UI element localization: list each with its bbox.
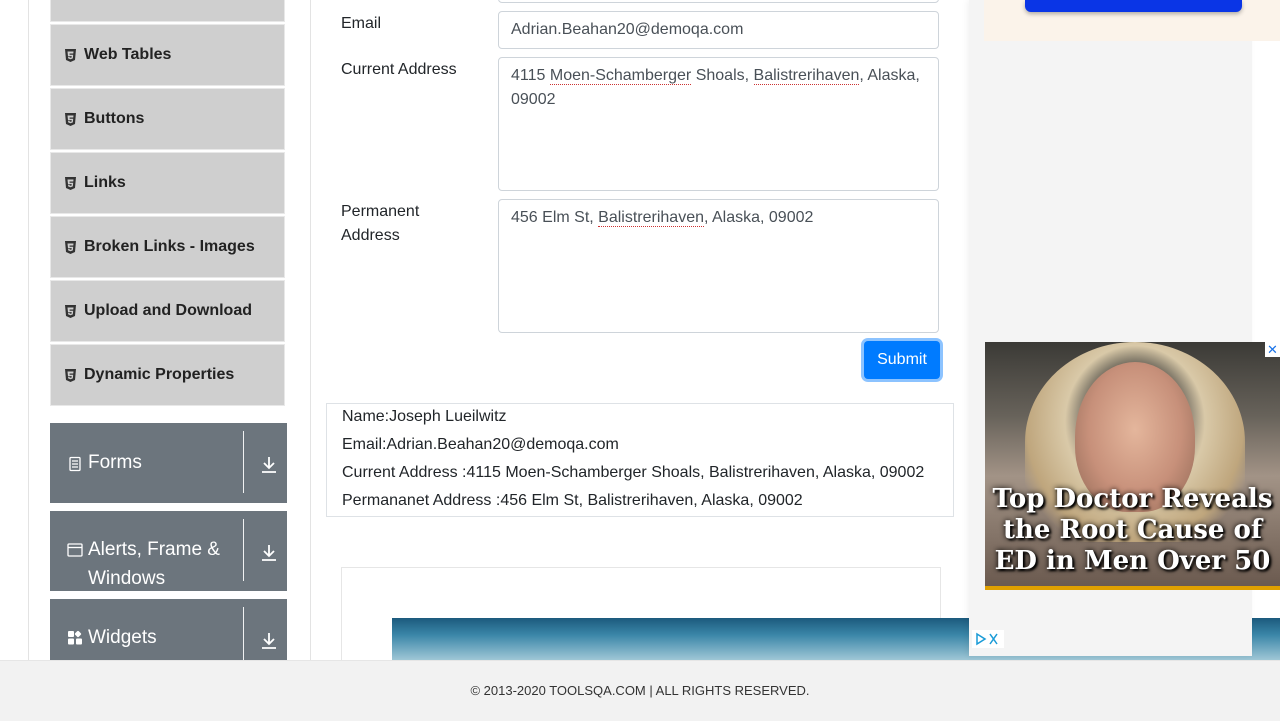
text-part: , Alaska, 09002 (703, 209, 814, 226)
text-part: Shoals, (691, 67, 754, 84)
group-label: Widgets (88, 627, 157, 648)
output-current-address: Current Address :4115 Moen-Schamberger S… (342, 464, 925, 481)
widgets-icon (67, 630, 83, 646)
sidebar-item-label: Buttons (84, 110, 145, 127)
current-address-label: Current Address (341, 61, 457, 78)
html5-icon (65, 304, 77, 318)
divider (243, 519, 244, 581)
footer: © 2013-2020 TOOLSQA.COM | ALL RIGHTS RES… (0, 660, 1280, 721)
close-icon[interactable]: ✕ (1265, 342, 1280, 357)
sidebar-item-label: Web Tables (84, 46, 172, 63)
previous-input[interactable] (498, 0, 939, 3)
download-icon[interactable] (259, 455, 279, 475)
text-part: 456 Elm St, (511, 209, 599, 226)
sidebar-item-web-tables[interactable]: Web Tables (50, 24, 285, 86)
form-icon (67, 456, 83, 472)
sidebar-item-label: Broken Links - Images (84, 238, 255, 255)
sidebar-group-forms[interactable]: Forms (50, 423, 287, 503)
output-permanent-address: Permananet Address :456 Elm St, Balistre… (342, 492, 803, 509)
html5-icon (65, 112, 77, 126)
group-label: Forms (88, 452, 142, 473)
sidebar-item-upload-download[interactable]: Upload and Download (50, 280, 285, 342)
sidebar-item-buttons[interactable]: Buttons (50, 88, 285, 150)
email-field[interactable]: Adrian.Beahan20@demoqa.com (498, 11, 939, 49)
adchoices-icon[interactable] (972, 630, 1004, 648)
ad-card[interactable]: Top Doctor Reveals the Root Cause of ED … (985, 342, 1280, 590)
sidebar-item-label: Dynamic Properties (84, 366, 235, 383)
copyright-text: © 2013-2020 TOOLSQA.COM | ALL RIGHTS RES… (470, 683, 810, 698)
html5-icon (65, 240, 77, 254)
spellcheck-word: Balistrerihaven (598, 209, 704, 227)
spellcheck-word: Balistrerihaven (753, 67, 860, 85)
divider (243, 431, 244, 493)
spellcheck-word: Moen-Schamberger (549, 67, 692, 85)
sidebar-group-alerts[interactable]: Alerts, Frame & Windows (50, 511, 287, 591)
sidebar-item-dynamic-properties[interactable]: Dynamic Properties (50, 344, 285, 406)
permanent-address-label: Permanent Address (341, 203, 420, 244)
ad-headline[interactable]: Top Doctor Reveals the Root Cause of ED … (985, 484, 1280, 577)
submit-button[interactable]: Submit (864, 341, 940, 379)
html5-icon (65, 48, 77, 62)
ad-cta-button[interactable] (1025, 0, 1242, 12)
output-email: Email:Adrian.Beahan20@demoqa.com (342, 436, 619, 453)
output-name: Name:Joseph Lueilwitz (342, 408, 507, 425)
current-address-field[interactable]: 4115 Moen-Schamberger Shoals, Balistreri… (498, 57, 939, 191)
group-label: Alerts, Frame & Windows (88, 539, 220, 589)
download-icon[interactable] (259, 543, 279, 563)
sidebar-item-text-box[interactable] (50, 0, 285, 22)
permanent-address-field[interactable]: 456 Elm St, Balistrerihaven, Alaska, 090… (498, 199, 939, 333)
window-icon (67, 542, 83, 558)
html5-icon (65, 368, 77, 382)
left-border (28, 0, 29, 660)
sidebar-item-broken-links[interactable]: Broken Links - Images (50, 216, 285, 278)
sidebar-item-label: Links (84, 174, 126, 191)
output-box: Name:Joseph Lueilwitz Email:Adrian.Beaha… (326, 403, 954, 517)
sidebar-item-label: Upload and Download (84, 302, 252, 319)
text-part: 4115 (511, 67, 550, 84)
sidebar-item-links[interactable]: Links (50, 152, 285, 214)
content-border (310, 0, 311, 660)
email-label: Email (341, 15, 382, 32)
html5-icon (65, 176, 77, 190)
download-icon[interactable] (259, 631, 279, 651)
